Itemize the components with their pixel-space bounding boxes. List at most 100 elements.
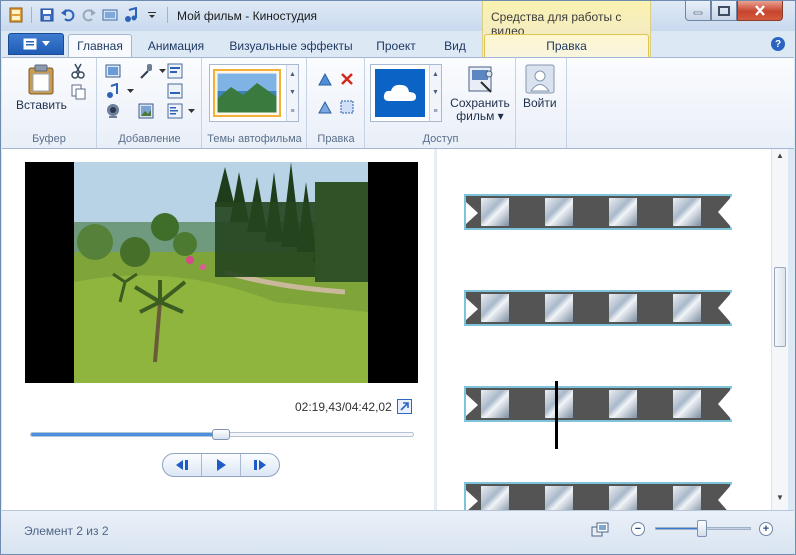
add-music-icon[interactable] [104,82,122,100]
tab-view[interactable]: Вид [433,34,477,57]
save-icon[interactable] [38,6,56,24]
clip-frame [481,294,509,322]
chevron-down-icon [41,41,50,46]
rotate-left-icon[interactable] [316,70,334,88]
snapshot-icon[interactable] [101,6,119,24]
copy-icon[interactable] [69,83,87,101]
save-movie-label-line1: Сохранить [450,96,510,110]
group-label-clipboard: Буфер [32,133,66,145]
file-menu-button[interactable] [8,33,64,55]
group-add: Добавление [98,58,202,148]
group-label-edit: Правка [317,133,355,145]
theme-gallery[interactable]: ▲ ▼ ≡ [209,64,299,122]
next-frame-button[interactable] [241,454,279,476]
video-frame-image [25,162,418,383]
scroll-up-icon[interactable]: ▲ [776,151,784,160]
zoom-out-icon[interactable]: − [631,522,645,536]
clip-frame [673,198,701,226]
scroll-down-icon[interactable]: ▼ [776,493,784,502]
gallery-scroll[interactable]: ▲ ▼ ≡ [286,65,298,121]
storyboard[interactable] [437,149,771,510]
gallery-scroll[interactable]: ▲ ▼ ≡ [429,65,441,121]
group-clipboard: Вставить Буфер [2,58,97,148]
clip-strip[interactable] [464,482,732,510]
clip-frame [545,198,573,226]
zoom-in-icon[interactable]: + [759,522,773,536]
clip-frame [481,486,509,510]
paste-label: Вставить [16,98,67,112]
zoom-slider-fill [656,528,703,529]
maximize-button[interactable] [711,1,737,21]
zoom-slider-thumb[interactable] [697,520,707,537]
play-button[interactable] [202,454,241,476]
group-share: ▲ ▼ ≡ Сохранить фильм ▾ Доступ [366,58,516,148]
sign-in-button[interactable]: Войти [523,64,557,110]
clip-frame [481,390,509,418]
clip-end-marker [718,388,732,420]
cut-icon[interactable] [69,62,87,80]
seek-thumb[interactable] [212,429,230,440]
storyboard-scrollbar[interactable]: ▲ ▼ [771,149,788,510]
customize-qat-icon[interactable] [143,6,161,24]
music-note-icon[interactable] [122,6,140,24]
scrollbar-thumb[interactable] [774,267,786,347]
group-signin: Войти [517,58,567,148]
previous-frame-button[interactable] [163,454,202,476]
ribbon-tab-row: Главная Анимация Визуальные эффекты Прое… [1,31,795,57]
clip-strip[interactable] [464,290,732,326]
tab-edit-context[interactable]: Правка [484,34,649,57]
clip-start-marker [466,202,478,224]
user-avatar-icon [525,64,555,94]
minimize-icon [693,11,703,14]
theme-default-thumbnail[interactable] [213,69,281,117]
add-video-photo-icon[interactable] [104,62,122,80]
play-icon [217,459,226,471]
clip-frame [545,294,573,322]
select-all-icon[interactable] [338,98,356,116]
caption-icon[interactable] [166,82,184,100]
clipboard-paste-icon [28,64,54,95]
fullscreen-icon[interactable] [397,399,412,414]
divider [31,7,32,23]
clip-frame [481,198,509,226]
sign-in-label: Войти [523,96,557,110]
help-icon[interactable]: ? [771,37,785,51]
webcam-icon[interactable] [104,102,122,120]
clip-strip[interactable] [464,194,732,230]
group-label-add: Добавление [118,133,181,145]
group-label-themes: Темы автофильма [207,133,302,145]
undo-icon[interactable] [59,6,77,24]
maximize-icon [718,5,730,16]
playback-controls [162,453,280,477]
clip-frame [609,198,637,226]
group-edit: Правка [308,58,365,148]
title-bar: Мой фильм - Киностудия [1,1,795,31]
previous-frame-icon [176,460,188,470]
tab-home[interactable]: Главная [68,34,132,57]
tab-visual-effects[interactable]: Визуальные эффекты [222,34,360,57]
video-preview[interactable] [25,162,418,383]
status-bar: Элемент 2 из 2 − + [2,510,794,554]
thumbnail-size-icon[interactable] [591,521,609,539]
app-film-icon[interactable] [7,6,25,24]
save-movie-button[interactable]: Сохранить фильм ▾ [448,64,512,123]
share-gallery[interactable]: ▲ ▼ ≡ [370,64,442,122]
chevron-down-icon[interactable] [121,82,139,100]
clip-strip[interactable] [464,386,732,422]
paste-button[interactable]: Вставить [16,64,67,112]
title-icon[interactable] [166,62,184,80]
app-menu-icon [23,38,36,50]
close-button[interactable] [737,1,783,21]
rotate-right-icon[interactable] [316,98,334,116]
playhead-indicator[interactable] [555,381,558,449]
chevron-down-icon[interactable] [182,102,200,120]
tab-animation[interactable]: Анимация [138,34,214,57]
minimize-button[interactable] [685,1,711,21]
onedrive-icon[interactable] [375,69,425,117]
window-title: Мой фильм - Киностудия [177,9,318,23]
tab-project[interactable]: Проект [367,34,425,57]
redo-icon[interactable] [80,6,98,24]
clip-end-marker [718,292,732,324]
delete-icon[interactable] [338,70,356,88]
snapshot-icon[interactable] [137,102,155,120]
